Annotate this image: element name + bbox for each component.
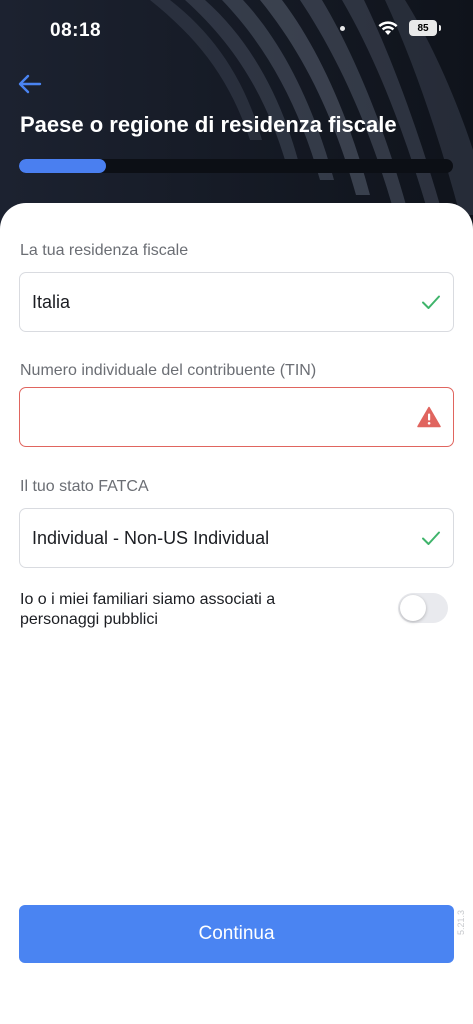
progress-bar — [19, 159, 453, 173]
check-icon — [422, 295, 440, 309]
residence-select[interactable]: Italia — [19, 272, 454, 332]
toggle-knob — [400, 595, 426, 621]
residence-value: Italia — [32, 291, 71, 312]
status-icons: 85 — [340, 20, 441, 36]
arrow-left-icon — [18, 74, 42, 94]
wifi-icon — [378, 21, 398, 35]
tin-label: Numero individuale del contribuente (TIN… — [20, 362, 317, 379]
status-time: 08:18 — [50, 20, 102, 41]
progress-fill — [19, 159, 106, 173]
residence-label: La tua residenza fiscale — [20, 242, 189, 259]
fatca-select[interactable]: Individual - Non-US Individual — [19, 508, 454, 568]
page-title: Paese o regione di residenza fiscale — [20, 112, 397, 137]
warning-icon — [417, 406, 441, 428]
fatca-value: Individual - Non-US Individual — [32, 527, 270, 548]
pep-toggle-label: Io o i miei familiari siamo associati a … — [20, 591, 276, 628]
tin-field[interactable] — [19, 387, 454, 447]
fatca-label: Il tuo stato FATCA — [20, 478, 149, 495]
tin-input[interactable] — [32, 406, 417, 428]
back-button[interactable] — [16, 70, 44, 98]
status-bar: 08:18 85 — [0, 0, 473, 60]
app-version: 5.21.3 — [456, 909, 466, 935]
signal-icon — [340, 25, 345, 31]
pep-toggle[interactable] — [398, 593, 448, 623]
continue-button[interactable]: Continua — [19, 905, 454, 963]
battery-icon: 85 — [409, 20, 441, 36]
check-icon — [422, 531, 440, 545]
